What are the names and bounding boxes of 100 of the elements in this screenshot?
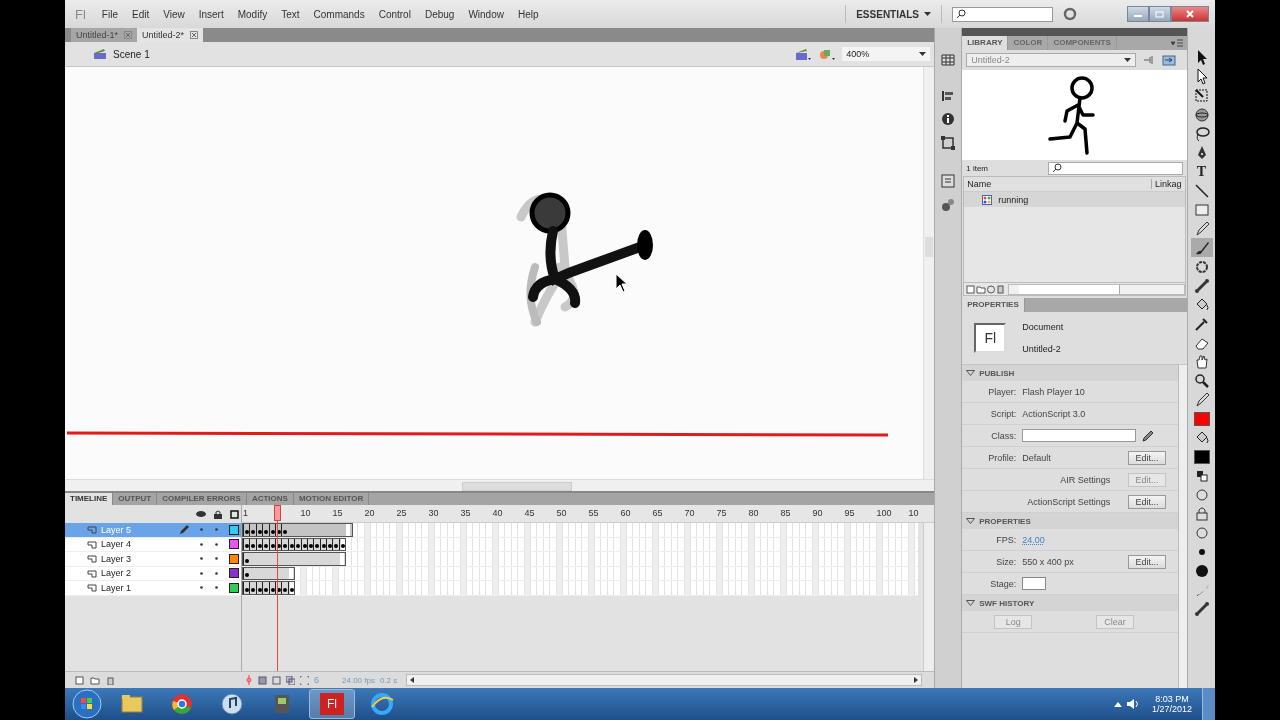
edit-button[interactable]: Edit... [1128, 450, 1166, 465]
panel-menu-icon[interactable] [1171, 39, 1183, 47]
frame-span[interactable] [242, 523, 353, 537]
elapsed-time: 0.2 s [379, 675, 398, 685]
menu-item[interactable]: Edit [131, 8, 150, 20]
frame-grid[interactable] [242, 523, 918, 596]
edit-scene-icon[interactable] [794, 47, 813, 61]
pencil-icon[interactable] [1142, 429, 1155, 442]
eye-icon[interactable] [196, 510, 206, 518]
panel-tab[interactable]: TIMELINE [65, 493, 114, 505]
library-actions-icon[interactable] [966, 284, 1007, 294]
new-library-icon[interactable] [1162, 54, 1177, 66]
lock-dot[interactable] [214, 570, 219, 576]
menu-item[interactable]: Control [378, 8, 411, 20]
lock-dot[interactable] [214, 585, 219, 591]
menu-item[interactable]: Commands [313, 8, 365, 20]
layer-color-swatch[interactable] [229, 524, 239, 535]
visibility-dot[interactable] [199, 585, 204, 591]
lock-icon[interactable] [214, 509, 222, 519]
edit-frames-icon[interactable] [286, 675, 295, 685]
menu-item[interactable]: Text [281, 8, 300, 20]
color-swatch[interactable] [1193, 449, 1210, 464]
document-tab[interactable]: Untitled-1* [71, 28, 138, 42]
visibility-dot[interactable] [199, 570, 204, 576]
new-layer-icon[interactable] [75, 675, 84, 685]
section-header[interactable]: PUBLISH [962, 365, 1178, 381]
menu-item[interactable]: View [163, 8, 185, 20]
text-tool[interactable]: T [1196, 163, 1207, 180]
menu-item[interactable]: Insert [198, 8, 224, 20]
frame-number: 55 [588, 508, 599, 518]
layer-row[interactable]: Layer 3 [65, 552, 241, 567]
edit-button[interactable]: Edit... [1128, 554, 1166, 569]
playhead[interactable] [274, 505, 281, 671]
menu-item[interactable]: Help [517, 8, 539, 20]
menu-item[interactable]: File [101, 8, 118, 20]
app-logo: Fl [75, 6, 86, 22]
lock-dot[interactable] [214, 556, 219, 562]
section-header[interactable]: SWF HISTORY [962, 595, 1178, 611]
layer-color-swatch[interactable] [229, 553, 239, 564]
visibility-dot[interactable] [199, 527, 204, 533]
vertical-scrollbar[interactable] [923, 67, 934, 479]
scene-label[interactable]: Scene 1 [113, 48, 150, 60]
layer-row[interactable]: Layer 1 [65, 581, 241, 596]
swatches-icon[interactable] [941, 54, 956, 66]
menu-item[interactable]: Debug [424, 8, 455, 20]
vertical-scrollbar[interactable] [923, 523, 935, 671]
panel-tab[interactable]: PROPERTIES [962, 298, 1025, 312]
align-icon[interactable] [941, 90, 956, 102]
trash-icon[interactable] [106, 675, 115, 685]
menu-item[interactable]: Modify [237, 8, 268, 20]
search-field[interactable] [952, 6, 1053, 22]
panel-tab[interactable]: LIBRARY [962, 36, 1009, 50]
minimize-button[interactable] [1127, 6, 1149, 22]
info-icon[interactable] [941, 112, 956, 126]
close-icon[interactable] [190, 31, 199, 39]
components-icon[interactable] [941, 198, 956, 212]
column-header[interactable]: Linkag [1151, 179, 1185, 189]
vertical-scrollbar[interactable] [1178, 365, 1187, 688]
ring-icon[interactable] [1063, 7, 1077, 21]
section-header[interactable]: PROPERTIES [962, 513, 1178, 529]
stage-color-swatch[interactable] [1022, 577, 1047, 590]
horizontal-scrollbar[interactable] [65, 479, 935, 491]
taskbar-app[interactable]: Fl [309, 689, 355, 719]
visibility-dot[interactable] [199, 556, 204, 562]
outline-icon[interactable] [230, 509, 239, 519]
onion-outline-icon[interactable] [272, 675, 281, 685]
horizontal-scrollbar[interactable] [406, 674, 923, 686]
library-item[interactable]: running [964, 192, 1185, 207]
speaker-icon[interactable] [1125, 698, 1140, 710]
color-swatch[interactable] [1193, 411, 1210, 426]
markers-icon[interactable] [300, 675, 309, 685]
lock-dot[interactable] [214, 527, 219, 533]
restore-button[interactable] [1149, 6, 1171, 22]
zoom-dropdown[interactable]: 400% [842, 47, 931, 61]
workspace-dropdown[interactable]: ESSENTIALS [845, 5, 942, 23]
edit-button[interactable]: Edit... [1128, 494, 1166, 509]
scroll-left-icon[interactable] [409, 677, 416, 683]
frame-number: 35 [460, 508, 471, 518]
class-input-field[interactable] [1022, 429, 1137, 442]
start-button[interactable] [69, 689, 105, 719]
onion-skin-icon[interactable] [258, 675, 267, 685]
horizontal-scrollbar[interactable] [1008, 283, 1185, 295]
close-button[interactable] [1171, 6, 1209, 22]
layer-color-swatch[interactable] [229, 539, 239, 550]
layer-color-swatch[interactable] [229, 582, 239, 593]
frame-ruler[interactable]: 1 10 15 20 25 30 35 40 45 50 55 60 65 70 75 80 85 90 95 100 10 [242, 505, 935, 523]
transform-icon[interactable] [941, 136, 956, 150]
document-tab[interactable]: Untitled-2* [137, 28, 204, 42]
layer-color-swatch[interactable] [229, 568, 239, 579]
library-search-field[interactable] [1048, 161, 1183, 175]
scroll-right-icon[interactable] [913, 677, 920, 683]
frame-span[interactable] [242, 581, 296, 595]
frame-span[interactable] [242, 552, 347, 566]
lock-dot[interactable] [214, 541, 219, 547]
folder-icon[interactable] [90, 675, 100, 685]
menu-item[interactable]: Window [468, 8, 504, 20]
visibility-dot[interactable] [199, 541, 204, 547]
tray-arrow-icon[interactable] [1113, 701, 1122, 707]
history-icon[interactable] [941, 174, 956, 188]
column-header[interactable]: Name [964, 179, 1151, 189]
